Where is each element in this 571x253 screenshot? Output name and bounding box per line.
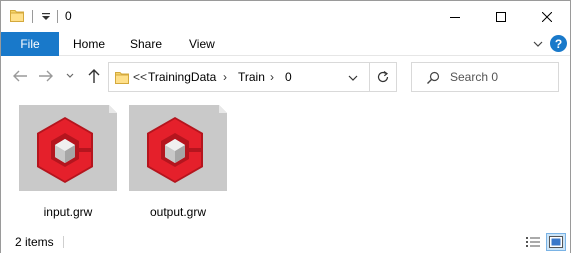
- breadcrumb-separator-icon[interactable]: ›: [270, 70, 274, 84]
- file-list: input.grw output.grw: [1, 97, 570, 231]
- grw-file-icon: [129, 105, 227, 191]
- back-arrow-icon[interactable]: [11, 67, 29, 85]
- ribbon-tabs: File Home Share View ?: [1, 32, 570, 56]
- maximize-icon: [496, 11, 506, 22]
- recent-locations-chevron-icon[interactable]: [63, 67, 77, 85]
- address-dropdown-chevron-icon[interactable]: [347, 72, 359, 84]
- breadcrumb-current[interactable]: 0: [285, 70, 292, 84]
- large-icons-view-button[interactable]: [546, 233, 566, 251]
- status-bar: 2 items: [1, 231, 570, 253]
- details-view-icon: [526, 237, 540, 247]
- search-box[interactable]: [411, 62, 559, 92]
- breadcrumb-trainingdata[interactable]: TrainingData: [148, 70, 216, 84]
- status-divider: [63, 236, 64, 248]
- minimize-icon: [450, 16, 460, 18]
- quick-access-dropdown-icon[interactable]: [40, 10, 52, 23]
- tab-view[interactable]: View: [189, 32, 215, 56]
- close-button[interactable]: [524, 1, 570, 32]
- forward-arrow-icon[interactable]: [37, 67, 55, 85]
- title-divider: [57, 10, 58, 23]
- navigation-bar: << TrainingData › Train › 0: [1, 57, 570, 97]
- tab-share[interactable]: Share: [130, 32, 162, 56]
- title-bar: 0: [1, 1, 570, 32]
- up-arrow-icon[interactable]: [85, 67, 103, 85]
- details-view-button[interactable]: [524, 233, 542, 251]
- search-icon: [426, 71, 440, 85]
- breadcrumb-train[interactable]: Train: [238, 70, 265, 84]
- item-count: 2 items: [15, 235, 54, 249]
- expand-ribbon-chevron-icon[interactable]: [531, 37, 545, 51]
- title-divider: [32, 10, 33, 23]
- folder-icon: [10, 9, 24, 22]
- refresh-button[interactable]: [369, 62, 397, 92]
- refresh-icon: [377, 71, 389, 83]
- close-icon: [542, 11, 552, 22]
- large-icons-view-icon: [549, 236, 563, 248]
- maximize-button[interactable]: [478, 1, 524, 32]
- file-item-input[interactable]: input.grw: [19, 105, 117, 225]
- file-name: input.grw: [43, 205, 93, 219]
- tab-file[interactable]: File: [1, 32, 59, 56]
- file-item-output[interactable]: output.grw: [129, 105, 227, 225]
- breadcrumb-overflow[interactable]: <<: [133, 70, 147, 84]
- help-icon[interactable]: ?: [550, 35, 567, 52]
- grw-file-icon: [19, 105, 117, 191]
- explorer-window: 0 File Home Share View ? << TrainingData…: [0, 0, 571, 253]
- tab-home[interactable]: Home: [73, 32, 105, 56]
- window-title: 0: [65, 9, 72, 23]
- search-input[interactable]: [450, 68, 554, 86]
- address-bar[interactable]: << TrainingData › Train › 0: [108, 62, 370, 92]
- breadcrumb-separator-icon[interactable]: ›: [223, 70, 227, 84]
- minimize-button[interactable]: [432, 1, 478, 32]
- folder-icon: [115, 71, 129, 84]
- file-name: output.grw: [149, 205, 207, 219]
